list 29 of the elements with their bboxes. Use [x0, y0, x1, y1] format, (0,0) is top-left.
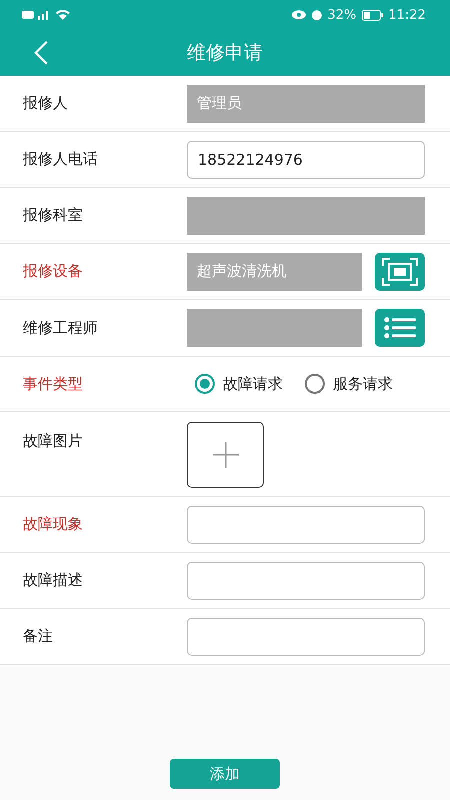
list-button[interactable] [375, 309, 425, 347]
field-label: 维修工程师 [22, 318, 99, 338]
field-label: 故障描述 [22, 571, 84, 590]
field-label: 报修科室 [22, 206, 84, 225]
battery-icon [362, 10, 384, 20]
alarm-icon [310, 9, 323, 21]
page-title: 维修申请 [187, 41, 263, 66]
input-field[interactable] [187, 506, 425, 544]
input-field[interactable] [187, 562, 425, 600]
input-field[interactable] [187, 618, 425, 656]
back-icon [34, 41, 48, 65]
field-label: 备注 [22, 627, 54, 646]
input-field[interactable]: 18522124976 [187, 140, 425, 178]
plus-icon [212, 442, 238, 468]
status-time: 11:22 [388, 8, 426, 22]
field-label: 报修人电话 [22, 150, 99, 169]
field-label: 报修人 [22, 94, 69, 113]
add-photo-button[interactable] [187, 422, 264, 488]
scan-icon [382, 258, 418, 286]
radio-option[interactable]: 故障请求 [195, 374, 283, 394]
scan-button[interactable] [375, 252, 425, 290]
field-label: 故障现象 [22, 515, 84, 534]
radio-option[interactable]: 服务请求 [305, 374, 393, 394]
eye-icon [292, 10, 306, 20]
list-icon [384, 317, 416, 339]
field-label: 故障图片 [22, 432, 84, 451]
field-label: 报修设备 [22, 262, 84, 281]
field-label: 事件类型 [22, 374, 84, 394]
battery-percent: 32% [328, 8, 357, 22]
